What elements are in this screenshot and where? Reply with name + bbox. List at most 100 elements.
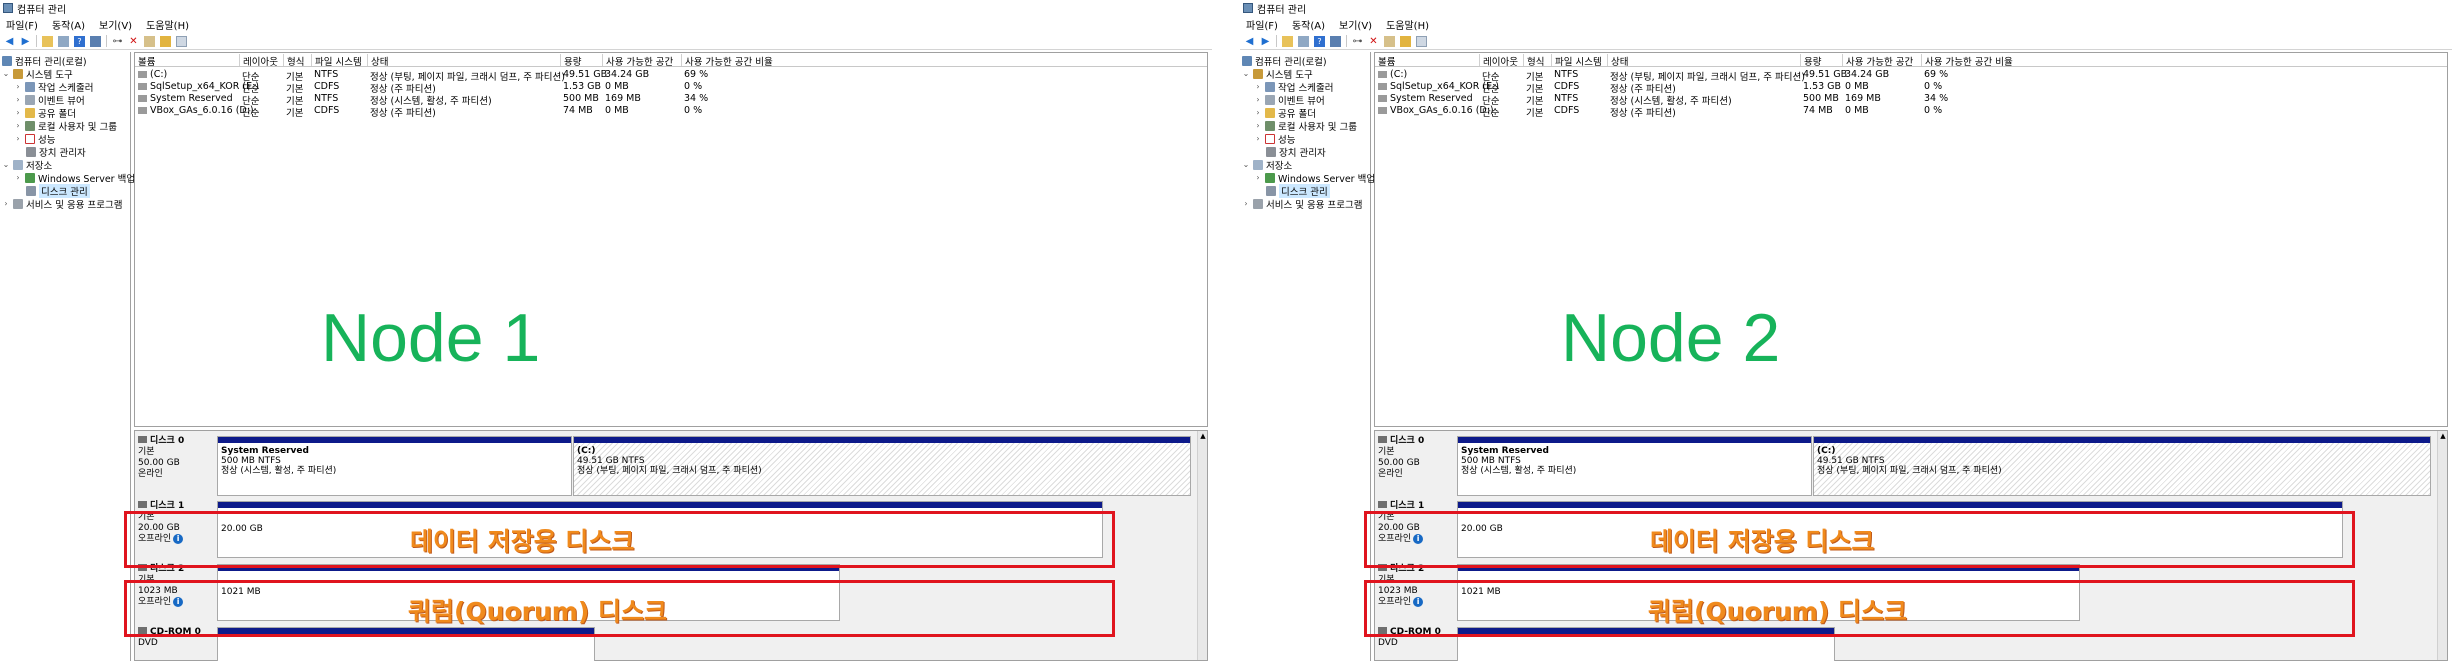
chevron-right-icon[interactable]: › <box>2 199 10 208</box>
partition-c[interactable]: (C:) 49.51 GB NTFS 정상 (부팅, 페이지 파일, 크래시 덤… <box>1813 436 2431 496</box>
menu-view[interactable]: 보기(V) <box>1339 17 1372 32</box>
col-free-percent[interactable]: 사용 가능한 공간 비율 <box>1921 54 2013 68</box>
disk-0-info[interactable]: 디스크 0 기본 50.00 GB 온라인 <box>138 436 218 480</box>
volume-row[interactable]: VBox_GAs_6.0.16 (D:) 단순 기본 CDFS 정상 (주 파티… <box>135 105 1207 119</box>
vertical-scrollbar[interactable]: ▲ <box>2437 431 2447 660</box>
col-layout[interactable]: 레이아웃 <box>239 54 278 68</box>
menu-help[interactable]: 도움말(H) <box>1386 17 1429 32</box>
up-folder-icon[interactable] <box>1282 35 1293 47</box>
chevron-right-icon[interactable]: › <box>14 108 22 117</box>
tree-services-apps[interactable]: › 서비스 및 응용 프로그램 <box>2 197 122 211</box>
view-icon[interactable] <box>1416 35 1427 47</box>
col-status[interactable]: 상태 <box>1607 54 1628 68</box>
volume-row[interactable]: SqlSetup_x64_KOR (E:) 단순 기본 CDFS 정상 (주 파… <box>135 81 1207 95</box>
search-folder-icon[interactable] <box>160 35 171 47</box>
forward-arrow-icon[interactable]: ▶ <box>20 36 31 47</box>
connect-icon[interactable]: ⊶ <box>1352 36 1363 47</box>
col-free-percent[interactable]: 사용 가능한 공간 비율 <box>681 54 773 68</box>
show-hide-tree-icon[interactable] <box>1298 35 1309 47</box>
chevron-down-icon[interactable]: ⌄ <box>1242 160 1250 169</box>
col-free-space[interactable]: 사용 가능한 공간 <box>602 54 673 68</box>
tree-task-scheduler[interactable]: › 작업 스케줄러 <box>14 80 93 94</box>
volume-row[interactable]: SqlSetup_x64_KOR (E:) 단순 기본 CDFS 정상 (주 파… <box>1375 81 2447 95</box>
tree-local-users[interactable]: › 로컬 사용자 및 그룹 <box>1254 119 1357 133</box>
scroll-up-icon[interactable]: ▲ <box>2438 431 2448 441</box>
col-status[interactable]: 상태 <box>367 54 388 68</box>
forward-arrow-icon[interactable]: ▶ <box>1260 36 1271 47</box>
chevron-down-icon[interactable]: ⌄ <box>1242 69 1250 78</box>
tree-root[interactable]: 컴퓨터 관리(로컬) <box>1242 54 1327 68</box>
tree-services-apps[interactable]: › 서비스 및 응용 프로그램 <box>1242 197 1362 211</box>
show-hide-tree-icon[interactable] <box>58 35 69 47</box>
up-folder-icon[interactable] <box>42 35 53 47</box>
col-type[interactable]: 형식 <box>283 54 304 68</box>
tree-root[interactable]: 컴퓨터 관리(로컬) <box>2 54 87 68</box>
open-icon[interactable] <box>144 35 155 47</box>
volume-row[interactable]: System Reserved 단순 기본 NTFS 정상 (시스템, 활성, … <box>135 93 1207 107</box>
tree-device-manager[interactable]: 장치 관리자 <box>1266 145 1326 159</box>
chevron-down-icon[interactable]: ⌄ <box>2 160 10 169</box>
disk-0-info[interactable]: 디스크 0 기본 50.00 GB 온라인 <box>1378 436 1458 480</box>
chevron-right-icon[interactable]: › <box>14 95 22 104</box>
properties-icon[interactable] <box>90 35 101 47</box>
back-arrow-icon[interactable]: ◀ <box>1244 36 1255 47</box>
col-capacity[interactable]: 용량 <box>1800 54 1821 68</box>
menu-view[interactable]: 보기(V) <box>99 17 132 32</box>
chevron-right-icon[interactable]: › <box>1254 173 1262 182</box>
menu-action[interactable]: 동작(A) <box>1292 17 1325 32</box>
chevron-right-icon[interactable]: › <box>14 134 22 143</box>
partition-c[interactable]: (C:) 49.51 GB NTFS 정상 (부팅, 페이지 파일, 크래시 덤… <box>573 436 1191 496</box>
col-volume[interactable]: 볼륨 <box>1375 54 1395 68</box>
chevron-down-icon[interactable]: ⌄ <box>2 69 10 78</box>
chevron-right-icon[interactable]: › <box>1254 95 1262 104</box>
tree-system-tools[interactable]: ⌄ 시스템 도구 <box>1242 67 1313 81</box>
tree-performance[interactable]: › 성능 <box>1254 132 1295 146</box>
properties-icon[interactable] <box>1330 35 1341 47</box>
tree-disk-management[interactable]: 디스크 관리 <box>26 183 90 198</box>
volume-row[interactable]: (C:) 단순 기본 NTFS 정상 (부팅, 페이지 파일, 크래시 덤프, … <box>1375 69 2447 83</box>
chevron-right-icon[interactable]: › <box>1254 121 1262 130</box>
chevron-right-icon[interactable]: › <box>1242 199 1250 208</box>
tree-performance[interactable]: › 성능 <box>14 132 55 146</box>
col-free-space[interactable]: 사용 가능한 공간 <box>1842 54 1913 68</box>
back-arrow-icon[interactable]: ◀ <box>4 36 15 47</box>
tree-local-users[interactable]: › 로컬 사용자 및 그룹 <box>14 119 117 133</box>
tree-device-manager[interactable]: 장치 관리자 <box>26 145 86 159</box>
chevron-right-icon[interactable]: › <box>1254 82 1262 91</box>
col-volume[interactable]: 볼륨 <box>135 54 155 68</box>
help-icon[interactable]: ? <box>74 35 85 47</box>
chevron-right-icon[interactable]: › <box>1254 108 1262 117</box>
chevron-right-icon[interactable]: › <box>14 173 22 182</box>
tree-task-scheduler[interactable]: › 작업 스케줄러 <box>1254 80 1333 94</box>
volume-row[interactable]: System Reserved 단순 기본 NTFS 정상 (시스템, 활성, … <box>1375 93 2447 107</box>
scroll-up-icon[interactable]: ▲ <box>1198 431 1208 441</box>
col-type[interactable]: 형식 <box>1523 54 1544 68</box>
menu-file[interactable]: 파일(F) <box>1246 17 1278 32</box>
tree-storage[interactable]: ⌄ 저장소 <box>2 158 52 172</box>
tree-windows-backup[interactable]: › Windows Server 백업 <box>1254 171 1375 185</box>
chevron-right-icon[interactable]: › <box>14 82 22 91</box>
volume-row[interactable]: (C:) 단순 기본 NTFS 정상 (부팅, 페이지 파일, 크래시 덤프, … <box>135 69 1207 83</box>
view-icon[interactable] <box>176 35 187 47</box>
volume-row[interactable]: VBox_GAs_6.0.16 (D:) 단순 기본 CDFS 정상 (주 파티… <box>1375 105 2447 119</box>
search-folder-icon[interactable] <box>1400 35 1411 47</box>
delete-icon[interactable]: ✕ <box>1368 36 1379 47</box>
tree-disk-management[interactable]: 디스크 관리 <box>1266 183 1330 198</box>
help-icon[interactable]: ? <box>1314 35 1325 47</box>
chevron-right-icon[interactable]: › <box>14 121 22 130</box>
tree-system-tools[interactable]: ⌄ 시스템 도구 <box>2 67 73 81</box>
tree-storage[interactable]: ⌄ 저장소 <box>1242 158 1292 172</box>
connect-icon[interactable]: ⊶ <box>112 36 123 47</box>
vertical-scrollbar[interactable]: ▲ <box>1197 431 1207 660</box>
menu-file[interactable]: 파일(F) <box>6 17 38 32</box>
tree-shared-folders[interactable]: › 공유 폴더 <box>14 106 76 120</box>
col-capacity[interactable]: 용량 <box>560 54 581 68</box>
partition-system-reserved[interactable]: System Reserved 500 MB NTFS 정상 (시스템, 활성,… <box>1457 436 1812 496</box>
menu-action[interactable]: 동작(A) <box>52 17 85 32</box>
tree-windows-backup[interactable]: › Windows Server 백업 <box>14 171 135 185</box>
chevron-right-icon[interactable]: › <box>1254 134 1262 143</box>
delete-icon[interactable]: ✕ <box>128 36 139 47</box>
col-filesystem[interactable]: 파일 시스템 <box>311 54 362 68</box>
col-layout[interactable]: 레이아웃 <box>1479 54 1518 68</box>
tree-event-viewer[interactable]: › 이벤트 뷰어 <box>1254 93 1325 107</box>
